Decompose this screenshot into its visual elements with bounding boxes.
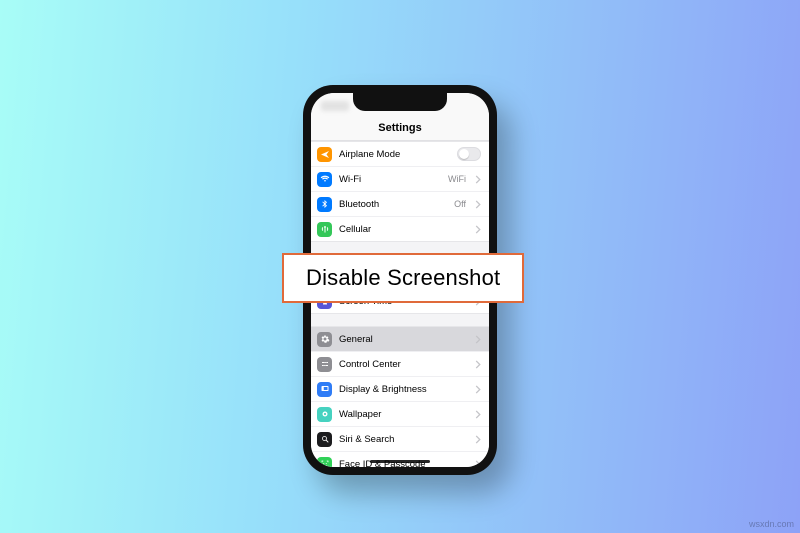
airplane-icon	[317, 147, 332, 162]
sliders-icon	[317, 357, 332, 372]
row-label: Wi-Fi	[339, 174, 441, 185]
search-icon	[317, 432, 332, 447]
overlay-text: Disable Screenshot	[306, 265, 500, 290]
row-control-center[interactable]: Control Center	[311, 351, 489, 376]
row-label: General	[339, 334, 468, 345]
phone-notch	[353, 93, 447, 111]
page-title: Settings	[311, 119, 489, 141]
chevron-right-icon	[475, 335, 481, 344]
carrier-blur	[321, 101, 349, 111]
chevron-right-icon	[475, 385, 481, 394]
row-label: Airplane Mode	[339, 149, 450, 160]
overlay-label: Disable Screenshot	[282, 253, 524, 303]
settings-list[interactable]: Airplane Mode Wi-Fi WiFi Bluetooth Off	[311, 141, 489, 467]
chevron-right-icon	[475, 360, 481, 369]
row-wifi[interactable]: Wi-Fi WiFi	[311, 166, 489, 191]
chevron-right-icon	[475, 225, 481, 234]
wallpaper-icon	[317, 407, 332, 422]
row-detail: WiFi	[448, 174, 466, 184]
row-label: Wallpaper	[339, 409, 468, 420]
row-display-brightness[interactable]: Display & Brightness	[311, 376, 489, 401]
row-bluetooth[interactable]: Bluetooth Off	[311, 191, 489, 216]
antenna-icon	[317, 222, 332, 237]
watermark: wsxdn.com	[749, 519, 794, 529]
airplane-toggle[interactable]	[457, 147, 481, 161]
faceid-icon	[317, 457, 332, 468]
row-label: Control Center	[339, 359, 468, 370]
home-indicator[interactable]	[370, 460, 430, 463]
canvas: Settings Airplane Mode Wi-Fi WiFi	[0, 0, 800, 533]
row-detail: Off	[454, 199, 466, 209]
row-wallpaper[interactable]: Wallpaper	[311, 401, 489, 426]
chevron-right-icon	[475, 175, 481, 184]
row-cellular[interactable]: Cellular	[311, 216, 489, 241]
wifi-icon	[317, 172, 332, 187]
row-faceid-passcode[interactable]: Face ID & Passcode	[311, 451, 489, 467]
settings-group-general: General Control Center Display & Brightn…	[311, 326, 489, 467]
settings-group-connectivity: Airplane Mode Wi-Fi WiFi Bluetooth Off	[311, 141, 489, 242]
row-airplane-mode[interactable]: Airplane Mode	[311, 142, 489, 166]
chevron-right-icon	[475, 435, 481, 444]
chevron-right-icon	[475, 200, 481, 209]
bluetooth-icon	[317, 197, 332, 212]
gear-icon	[317, 332, 332, 347]
row-siri-search[interactable]: Siri & Search	[311, 426, 489, 451]
row-label: Bluetooth	[339, 199, 447, 210]
brightness-icon	[317, 382, 332, 397]
row-label: Display & Brightness	[339, 384, 468, 395]
chevron-right-icon	[475, 460, 481, 468]
chevron-right-icon	[475, 410, 481, 419]
row-general[interactable]: General	[311, 327, 489, 351]
row-label: Siri & Search	[339, 434, 468, 445]
row-label: Cellular	[339, 224, 468, 235]
